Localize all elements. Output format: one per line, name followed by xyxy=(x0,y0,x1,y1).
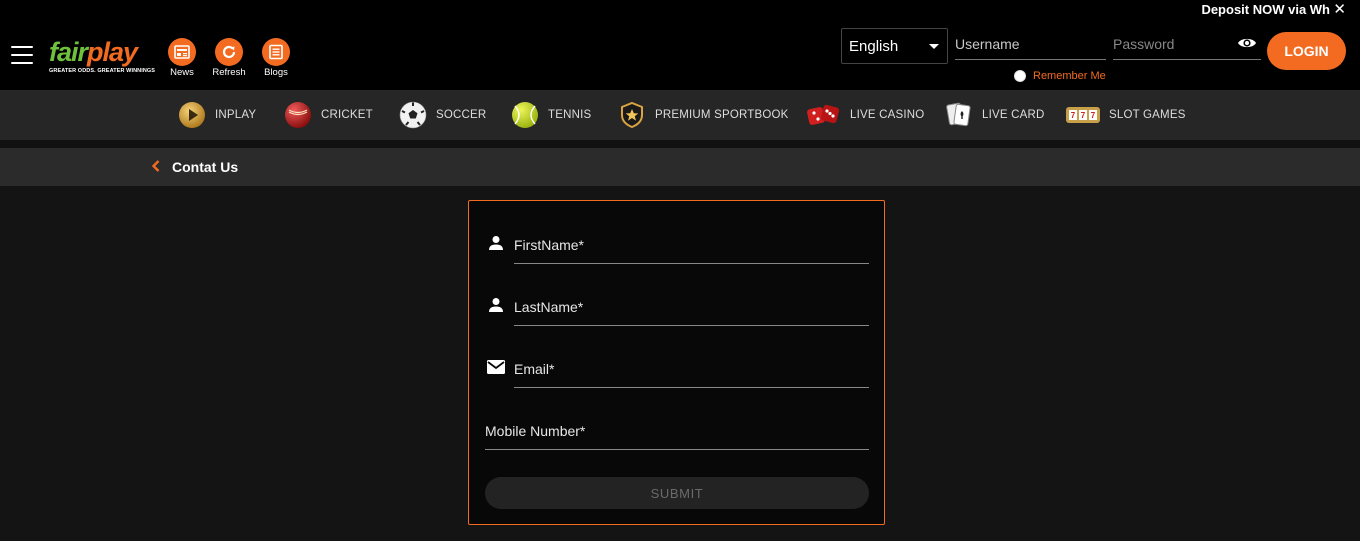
slot-machine-icon: 777 xyxy=(1065,100,1101,130)
mail-icon xyxy=(485,356,507,378)
contact-form: SUBMIT xyxy=(468,200,885,525)
nav-label: SLOT GAMES xyxy=(1109,109,1186,121)
language-selected-value: English xyxy=(849,37,899,55)
nav-label: CRICKET xyxy=(321,109,373,121)
refresh-icon xyxy=(215,38,243,66)
first-name-row xyxy=(485,224,869,264)
person-icon xyxy=(485,294,507,316)
chevron-down-icon xyxy=(929,44,939,49)
nav-label: LIVE CASINO xyxy=(850,109,925,121)
nav-label: PREMIUM SPORTBOOK xyxy=(655,109,789,121)
first-name-input[interactable] xyxy=(514,224,869,263)
nav-label: SOCCER xyxy=(436,109,487,121)
news-icon xyxy=(168,38,196,66)
first-name-field-wrapper xyxy=(514,224,869,264)
breadcrumb: Contat Us xyxy=(0,148,1360,186)
nav-label: INPLAY xyxy=(215,109,257,121)
blogs-label: Blogs xyxy=(264,67,288,78)
username-field-wrapper xyxy=(955,28,1106,60)
svg-text:7: 7 xyxy=(1071,111,1076,120)
blogs-icon xyxy=(262,38,290,66)
logo-tagline: GREATER ODDS. GREATER WINNINGS xyxy=(49,68,156,74)
tennis-ball-icon xyxy=(510,100,540,130)
nav-item-cricket[interactable]: CRICKET xyxy=(283,90,373,140)
nav-item-live-card[interactable]: LIVE CARD xyxy=(944,90,1045,140)
nav-item-slot-games[interactable]: 777 SLOT GAMES xyxy=(1065,90,1186,140)
email-field-wrapper xyxy=(514,348,869,388)
refresh-button[interactable]: Refresh xyxy=(209,38,249,78)
close-icon[interactable]: ✕ xyxy=(1333,0,1346,18)
blogs-button[interactable]: Blogs xyxy=(256,38,296,78)
person-icon xyxy=(485,232,507,254)
nav-item-live-casino[interactable]: LIVE CASINO xyxy=(806,90,924,140)
nav-item-inplay[interactable]: INPLAY xyxy=(177,90,256,140)
mobile-field-wrapper xyxy=(485,410,869,450)
eye-icon[interactable] xyxy=(1237,36,1257,55)
logo-text-fair: fair xyxy=(49,37,88,67)
cricket-ball-icon xyxy=(283,100,313,130)
hamburger-menu-icon[interactable] xyxy=(11,46,33,64)
username-input[interactable] xyxy=(955,28,1106,59)
page-title: Contat Us xyxy=(172,159,239,175)
nav-item-soccer[interactable]: SOCCER xyxy=(398,90,486,140)
news-button[interactable]: News xyxy=(162,38,202,78)
nav-item-premium-sportbook[interactable]: PREMIUM SPORTBOOK xyxy=(617,90,789,140)
fairplay-logo[interactable]: fairplay GREATER ODDS. GREATER WINNINGS xyxy=(49,38,155,74)
top-header: Deposit NOW via Wh ✕ fairplay GREATER OD… xyxy=(0,0,1360,90)
last-name-input[interactable] xyxy=(514,286,869,325)
refresh-label: Refresh xyxy=(212,67,246,78)
email-row xyxy=(485,348,869,388)
last-name-row xyxy=(485,286,869,326)
nav-label: LIVE CARD xyxy=(982,109,1045,121)
cards-icon xyxy=(944,100,974,130)
svg-text:7: 7 xyxy=(1081,111,1086,120)
svg-text:7: 7 xyxy=(1091,111,1096,120)
last-name-field-wrapper xyxy=(514,286,869,326)
email-input[interactable] xyxy=(514,348,869,387)
soccer-ball-icon xyxy=(398,100,428,130)
play-icon xyxy=(177,100,207,130)
mobile-number-input[interactable] xyxy=(485,410,869,449)
language-select[interactable]: English xyxy=(841,28,948,64)
chevron-left-icon[interactable] xyxy=(150,158,162,179)
remember-me-label: Remember Me xyxy=(1033,70,1106,82)
login-button[interactable]: LOGIN xyxy=(1267,32,1346,70)
logo-text-play: play xyxy=(87,37,138,67)
nav-item-tennis[interactable]: TENNIS xyxy=(510,90,591,140)
remember-me-checkbox[interactable] xyxy=(1014,70,1026,82)
news-label: News xyxy=(170,67,194,78)
dice-icon xyxy=(806,100,842,130)
sports-nav-bar: INPLAY CRICKET SOCCER TENNIS PREMIUM SPO… xyxy=(0,90,1360,140)
remember-me-toggle[interactable]: Remember Me xyxy=(1014,70,1106,82)
submit-button[interactable]: SUBMIT xyxy=(485,477,869,509)
mobile-row xyxy=(485,410,869,450)
premium-badge-icon xyxy=(617,100,647,130)
deposit-promo-text[interactable]: Deposit NOW via Wh xyxy=(1201,2,1330,17)
nav-label: TENNIS xyxy=(548,109,592,121)
